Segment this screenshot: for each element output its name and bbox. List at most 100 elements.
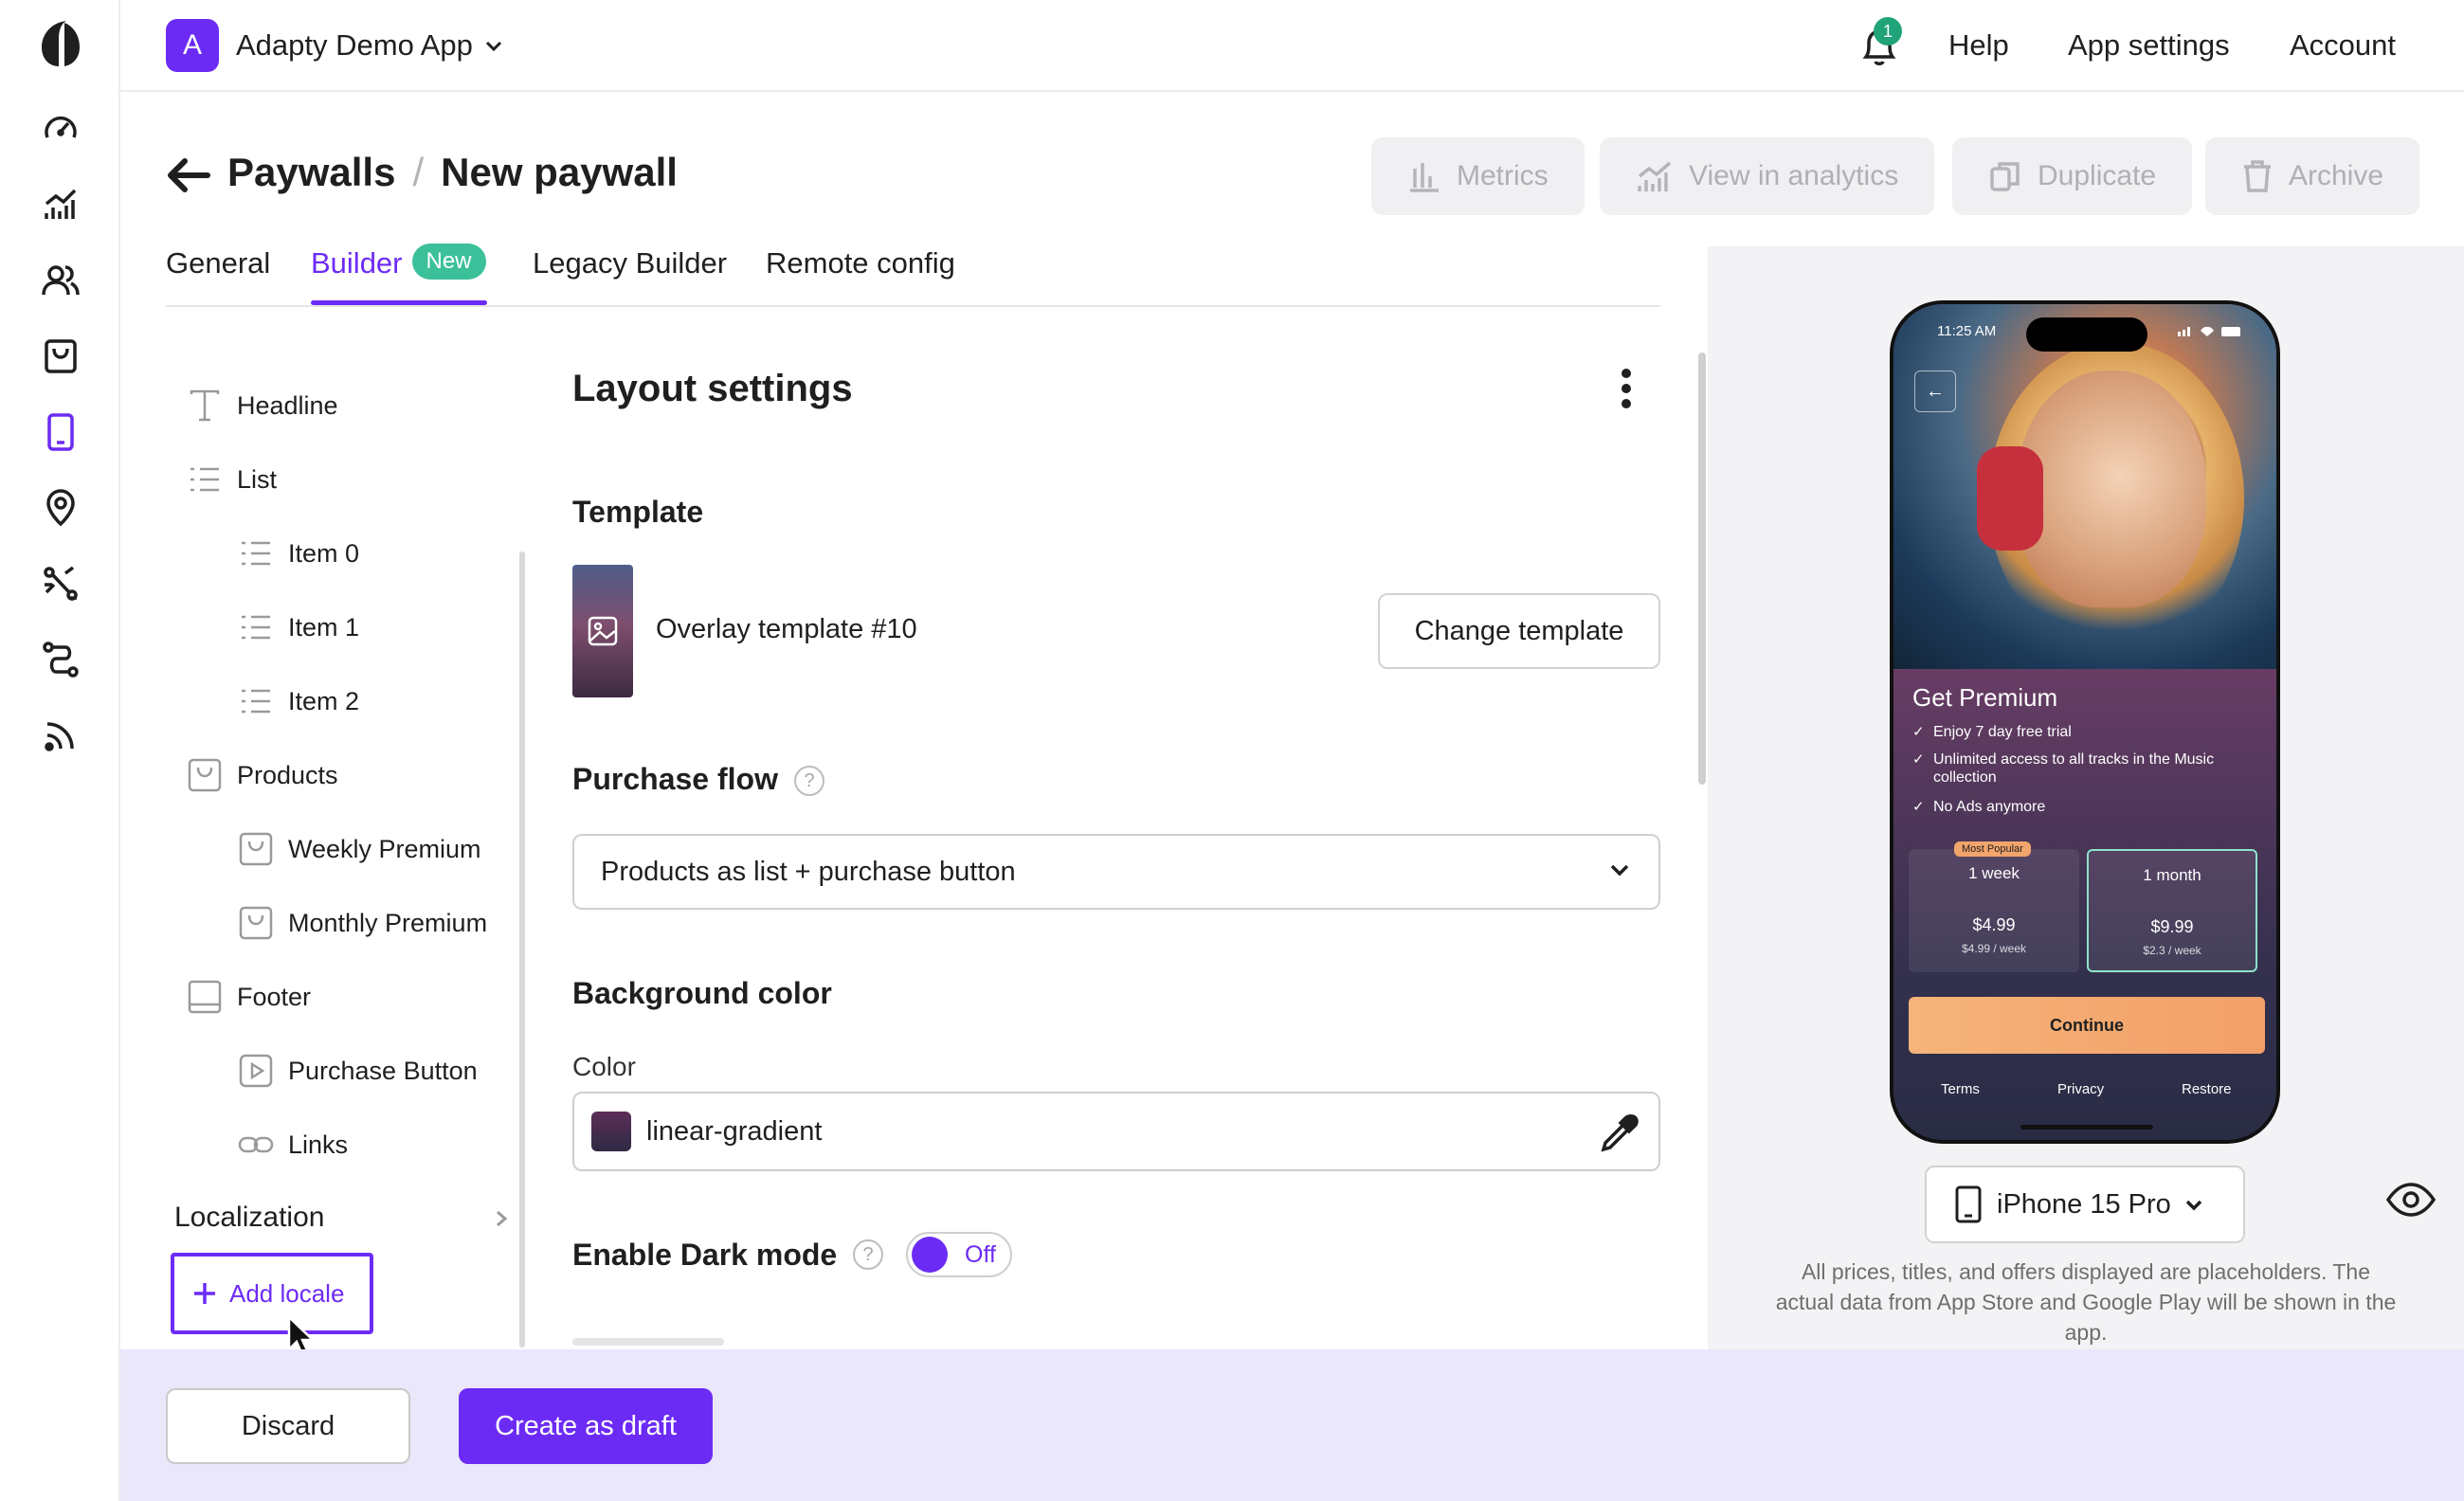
phone-preview: 11:25 AM ← Get Premium ✓ Enjoy 7 day free… <box>1890 300 2280 1144</box>
view-in-analytics-button[interactable]: View in analytics <box>1600 137 1935 215</box>
plan-card-monthly: 1 month $9.99 $2.3 / week <box>2087 849 2257 972</box>
tree-item-item-2[interactable]: Item 2 <box>237 682 359 720</box>
feature-item: ✓ Enjoy 7 day free trial <box>1912 723 2263 741</box>
feature-text: Unlimited access to all tracks in the Mu… <box>1933 751 2215 786</box>
plan-price: $9.99 <box>2150 917 2194 936</box>
tree-item-monthly-premium[interactable]: Monthly Premium <box>237 904 487 942</box>
add-locale-button[interactable]: Add locale <box>171 1253 373 1334</box>
help-link[interactable]: Help <box>1948 28 2009 63</box>
check-icon: ✓ <box>1912 799 1925 815</box>
tree-item-label: Item 1 <box>288 612 360 642</box>
notifications-button[interactable]: 1 <box>1853 17 1906 72</box>
tab-builder[interactable]: Builder New <box>311 243 486 283</box>
flows-icon[interactable] <box>38 637 83 682</box>
new-badge: New <box>411 243 486 280</box>
app-switcher[interactable]: A Adapty Demo App <box>166 19 503 72</box>
eyedropper-icon[interactable] <box>1598 1112 1640 1154</box>
tree-item-headline[interactable]: Headline <box>186 387 338 425</box>
device-select[interactable]: iPhone 15 Pro <box>1925 1166 2245 1243</box>
localization-heading[interactable]: Localization <box>174 1202 324 1234</box>
tab-builder-label: Builder <box>311 246 403 280</box>
chevron-down-icon <box>1609 862 1630 877</box>
plan-price: $4.99 <box>1972 915 2016 934</box>
purchase-flow-value: Products as list + purchase button <box>601 856 1016 887</box>
analytics-icon[interactable] <box>38 182 83 227</box>
tree-item-item-1[interactable]: Item 1 <box>237 608 359 646</box>
breadcrumb-paywalls[interactable]: Paywalls <box>227 150 395 195</box>
link-icon <box>237 1126 275 1164</box>
account-link[interactable]: Account <box>2290 28 2396 63</box>
tree-item-weekly-premium[interactable]: Weekly Premium <box>237 830 481 868</box>
toggle-knob <box>912 1237 948 1273</box>
feature-text: Enjoy 7 day free trial <box>1933 724 2072 740</box>
feature-item: ✓ Unlimited access to all tracks in the M… <box>1912 750 2263 787</box>
top-bar: A Adapty Demo App 1 Help App settings Ac… <box>120 0 2464 92</box>
eye-icon[interactable] <box>2386 1183 2436 1217</box>
list-icon <box>237 682 275 720</box>
notification-count-badge: 1 <box>1874 17 1902 45</box>
tree-item-links[interactable]: Links <box>237 1126 348 1164</box>
device-name: iPhone 15 Pro <box>1997 1188 2171 1220</box>
feature-item: ✓ No Ads anymore <box>1912 798 2263 816</box>
color-input[interactable]: linear-gradient <box>572 1092 1660 1171</box>
template-label: Template <box>572 495 704 529</box>
integrations-icon[interactable] <box>38 713 83 758</box>
chevron-right-icon[interactable] <box>495 1209 508 1228</box>
tree-scrollbar[interactable] <box>519 552 525 1347</box>
metrics-button[interactable]: Metrics <box>1371 137 1585 215</box>
restore-link-preview: Restore <box>2182 1081 2232 1097</box>
hero-face <box>2017 371 2206 607</box>
create-as-draft-button[interactable]: Create as draft <box>459 1388 713 1464</box>
purchase-flow-label: Purchase flow <box>572 762 778 796</box>
dark-mode-toggle[interactable]: Off <box>906 1232 1012 1277</box>
ab-tests-icon[interactable] <box>38 561 83 606</box>
paywalls-icon[interactable] <box>38 409 83 455</box>
change-template-button[interactable]: Change template <box>1378 593 1660 669</box>
chevron-down-icon <box>2184 1198 2203 1211</box>
color-swatch[interactable] <box>591 1112 631 1151</box>
plan-per-week: $2.3 / week <box>2143 944 2201 957</box>
adapty-logo-icon[interactable] <box>38 19 83 68</box>
tree-item-footer[interactable]: Footer <box>186 978 311 1016</box>
help-icon[interactable]: ? <box>794 766 824 796</box>
analytics-icon <box>1636 159 1674 193</box>
purchase-flow-select[interactable]: Products as list + purchase button <box>572 834 1660 910</box>
products-icon[interactable] <box>38 334 83 379</box>
back-arrow-icon[interactable] <box>166 156 211 194</box>
most-popular-badge: Most Popular <box>1954 841 2031 857</box>
help-icon[interactable]: ? <box>853 1239 883 1270</box>
layout-settings-title: Layout settings <box>572 368 853 409</box>
archive-button[interactable]: Archive <box>2205 137 2420 215</box>
plan-card-weekly: Most Popular 1 week $4.99 $4.99 / week <box>1909 841 2079 972</box>
tree-item-products[interactable]: Products <box>186 756 338 794</box>
toggle-state: Off <box>965 1240 996 1268</box>
page-title: New paywall <box>441 150 678 194</box>
duplicate-button[interactable]: Duplicate <box>1952 137 2193 215</box>
check-icon: ✓ <box>1912 751 1925 768</box>
breadcrumb: Paywalls / New paywall <box>227 150 678 195</box>
view-in-analytics-label: View in analytics <box>1689 160 1899 191</box>
tree-item-purchase-button[interactable]: Purchase Button <box>237 1052 478 1090</box>
paywall-title: Get Premium <box>1912 683 2058 712</box>
tree-item-label: Purchase Button <box>288 1056 478 1085</box>
tree-item-item-0[interactable]: Item 0 <box>237 534 359 572</box>
settings-scrollbar[interactable] <box>1698 353 1706 785</box>
template-thumbnail <box>572 565 633 697</box>
placements-icon[interactable] <box>38 485 83 531</box>
check-icon: ✓ <box>1912 724 1925 740</box>
more-options-icon[interactable] <box>1621 368 1632 409</box>
dashboard-icon[interactable] <box>38 106 83 152</box>
tab-remote-config[interactable]: Remote config <box>766 246 955 280</box>
status-icons <box>2178 325 2244 336</box>
tree-item-list[interactable]: List <box>186 461 277 498</box>
app-settings-link[interactable]: App settings <box>2068 28 2230 63</box>
tab-bar: General Builder New Legacy Builder Remote… <box>166 243 1660 307</box>
profiles-icon[interactable] <box>38 258 83 303</box>
icon-rail <box>0 0 120 1501</box>
tab-general[interactable]: General <box>166 246 270 280</box>
duplicate-label: Duplicate <box>2038 160 2157 191</box>
discard-button[interactable]: Discard <box>166 1388 410 1464</box>
preview-panel: 11:25 AM ← Get Premium ✓ Enjoy 7 day free… <box>1708 246 2464 1349</box>
tree-item-label: Headline <box>237 390 338 420</box>
tab-legacy-builder[interactable]: Legacy Builder <box>533 246 727 280</box>
